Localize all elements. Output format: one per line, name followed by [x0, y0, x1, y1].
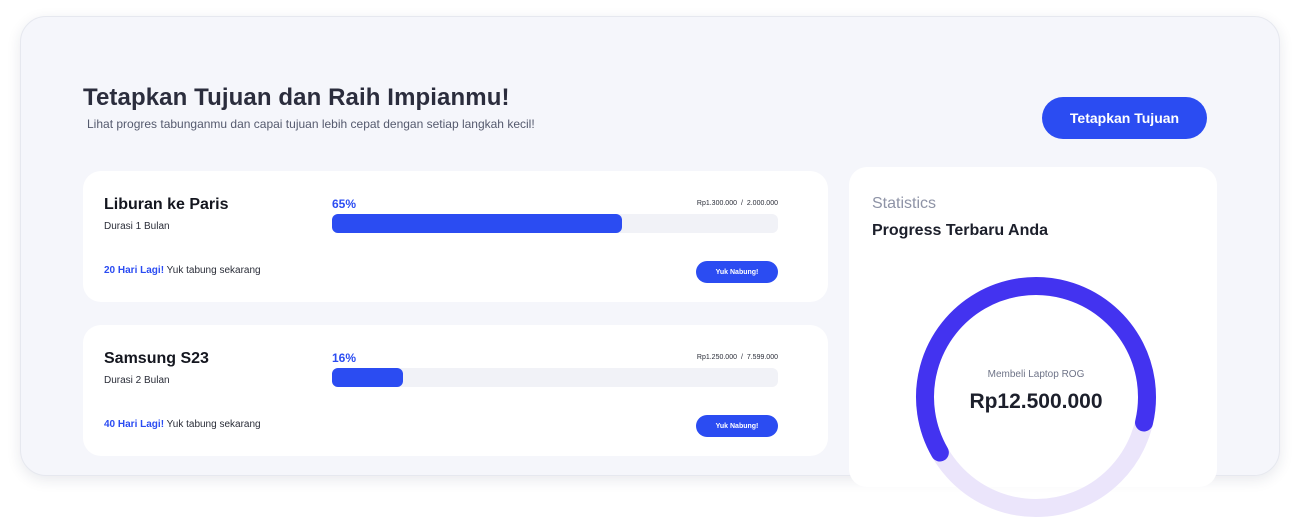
save-now-button[interactable]: Yuk Nabung! — [696, 261, 778, 283]
goal-card: Liburan ke Paris Durasi 1 Bulan 65% Rp1.… — [83, 171, 828, 302]
goal-remaining: 40 Hari Lagi! Yuk tabung sekarang — [104, 419, 261, 430]
goal-duration: Durasi 1 Bulan — [104, 221, 170, 232]
goal-amounts: Rp1.300.000 / 2.000.000 — [697, 200, 778, 207]
days-left: 40 Hari Lagi! — [104, 419, 165, 430]
goal-target-amount: 7.599.000 — [746, 354, 778, 361]
progress-fill — [332, 368, 404, 387]
goal-percent: 65% — [332, 197, 357, 211]
goal-name: Liburan ke Paris — [104, 196, 229, 213]
goal-target-amount: 2.000.000 — [746, 200, 778, 207]
goal-duration: Durasi 2 Bulan — [104, 375, 170, 386]
encouragement-text: Yuk tabung sekarang — [166, 419, 261, 430]
set-goal-button[interactable]: Tetapkan Tujuan — [1042, 97, 1207, 139]
goal-remaining: 20 Hari Lagi! Yuk tabung sekarang — [104, 265, 261, 276]
encouragement-text: Yuk tabung sekarang — [166, 265, 261, 276]
page-title: Tetapkan Tujuan dan Raih Impianmu! — [83, 84, 510, 111]
goal-card: Samsung S23 Durasi 2 Bulan 16% Rp1.250.0… — [83, 325, 828, 456]
days-left: 20 Hari Lagi! — [104, 265, 165, 276]
progress-track — [332, 368, 778, 387]
donut-goal-label: Membeli Laptop ROG — [987, 369, 1085, 380]
progress-track — [332, 214, 778, 233]
goal-name: Samsung S23 — [104, 350, 209, 367]
goal-saved-amount: Rp1.250.000 — [696, 354, 737, 361]
statistics-heading: Statistics — [872, 195, 937, 212]
progress-fill — [332, 214, 622, 233]
page-subtitle: Lihat progres tabunganmu dan capai tujua… — [87, 117, 535, 131]
statistics-subheading: Progress Terbaru Anda — [872, 222, 1049, 239]
goal-percent: 16% — [332, 351, 357, 365]
save-now-button[interactable]: Yuk Nabung! — [696, 415, 778, 437]
statistics-card: Statistics Progress Terbaru Anda Membeli… — [849, 167, 1217, 517]
donut-goal-value: Rp12.500.000 — [969, 390, 1103, 413]
amount-separator: / — [740, 200, 743, 207]
goal-saved-amount: Rp1.300.000 — [696, 200, 737, 207]
goal-amounts: Rp1.250.000 / 7.599.000 — [697, 354, 778, 361]
amount-separator: / — [740, 354, 743, 361]
